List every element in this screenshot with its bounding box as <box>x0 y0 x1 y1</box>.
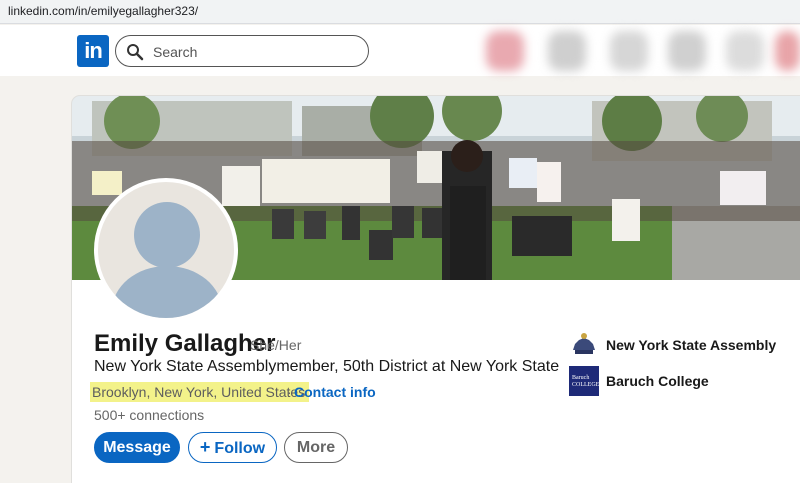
follow-button[interactable]: + Follow <box>188 432 277 463</box>
profile-pronouns: She/Her <box>250 337 302 353</box>
org-name: New York State Assembly <box>606 337 777 353</box>
blurred-nav-icon[interactable] <box>486 31 524 71</box>
search-box[interactable]: Search <box>115 35 369 67</box>
plus-icon: + <box>199 437 211 457</box>
blurred-nav-icon[interactable] <box>726 31 764 71</box>
profile-location: Brooklyn, New York, United States <box>90 382 310 402</box>
baruch-college-logo-icon: Baruch COLLEGE <box>569 366 599 396</box>
blurred-nav-icon[interactable] <box>775 31 800 71</box>
separator-dot: · <box>287 384 292 400</box>
search-input[interactable]: Search <box>153 44 197 60</box>
avatar-head <box>134 202 200 268</box>
profile-card: Emily Gallagher She/Her New York State A… <box>72 96 800 483</box>
default-avatar-icon <box>98 182 234 318</box>
search-icon <box>127 44 144 61</box>
profile-photo[interactable] <box>94 178 238 322</box>
profile-name: Emily Gallagher <box>94 330 276 357</box>
nys-assembly-seal-icon <box>569 330 599 360</box>
org-name: Baruch College <box>606 373 709 389</box>
profile-headline: New York State Assemblymember, 50th Dist… <box>94 358 560 375</box>
avatar-shoulders <box>112 266 222 318</box>
top-navbar: in Search <box>0 25 800 76</box>
location-text: Brooklyn, New York, United States <box>92 384 306 400</box>
blurred-nav-icon[interactable] <box>610 31 648 71</box>
blurred-nav-icon[interactable] <box>548 31 586 71</box>
connections-count[interactable]: 500+ connections <box>94 407 204 423</box>
contact-info-link[interactable]: Contact info <box>294 384 376 400</box>
blurred-nav-icon[interactable] <box>668 31 706 71</box>
url-text[interactable]: linkedin.com/in/emilyegallagher323/ <box>8 4 198 18</box>
linkedin-logo-icon[interactable]: in <box>77 35 109 67</box>
more-button[interactable]: More <box>284 432 348 463</box>
follow-label: Follow <box>214 440 266 457</box>
message-button[interactable]: Message <box>94 432 180 463</box>
browser-address-bar[interactable]: linkedin.com/in/emilyegallagher323/ <box>0 0 800 24</box>
